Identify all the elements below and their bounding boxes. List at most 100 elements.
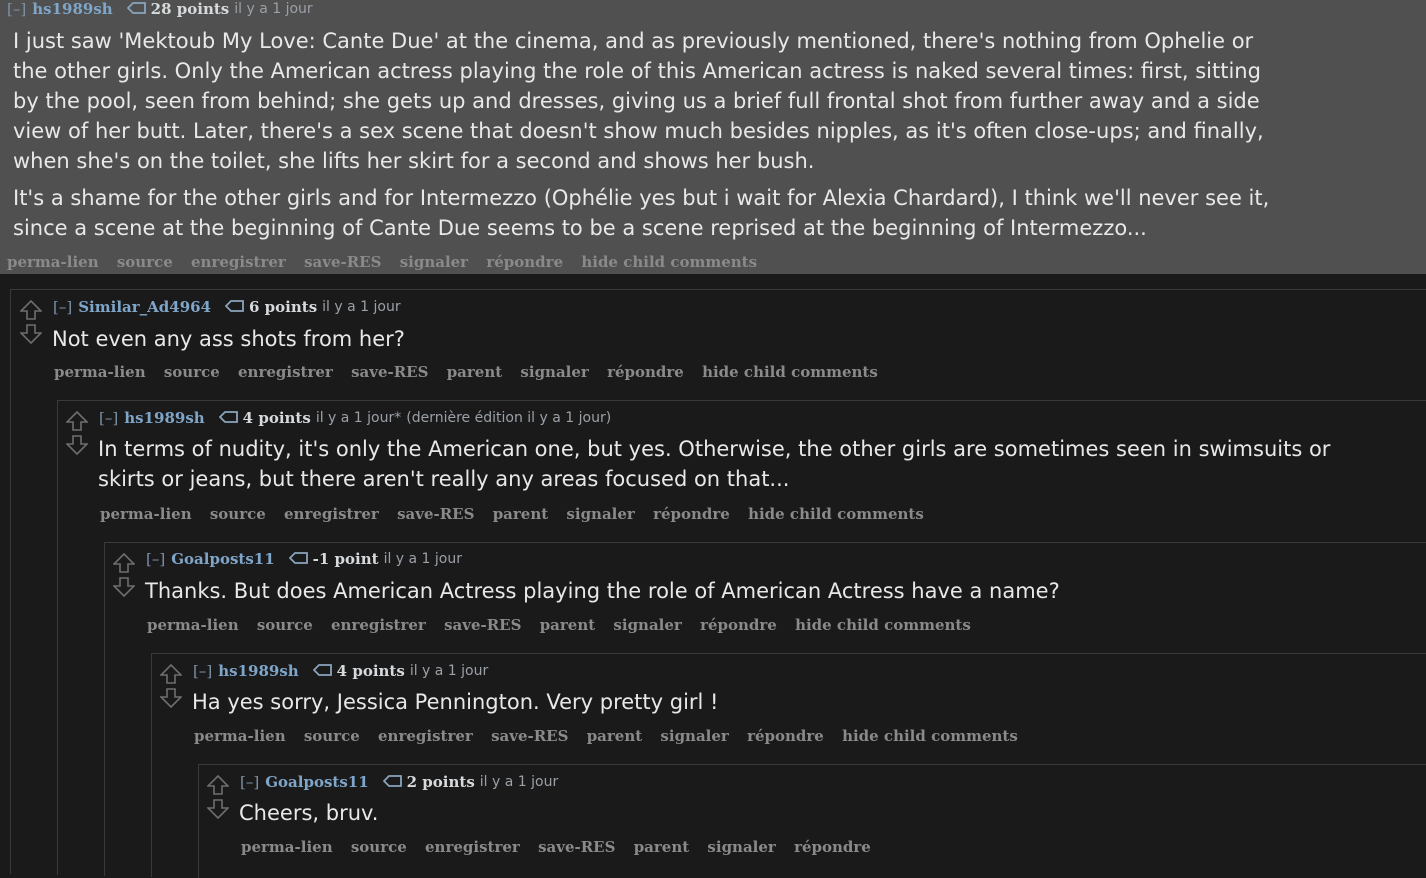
upvote-icon[interactable] <box>66 411 88 431</box>
collapse-toggle[interactable]: [–] <box>146 550 165 568</box>
comment-buttons: perma-lien source enregistrer save-RES p… <box>100 505 937 523</box>
parent-button[interactable]: parent <box>447 363 503 381</box>
author-link[interactable]: Goalposts11 <box>171 550 274 568</box>
comment-paragraph: Ha yes sorry, Jessica Pennington. Very p… <box>192 690 719 714</box>
collapse-toggle[interactable]: [–] <box>53 298 72 316</box>
hide-children-button[interactable]: hide child comments <box>748 505 924 523</box>
save-button[interactable]: enregistrer <box>378 727 473 745</box>
save-res-button[interactable]: save-RES <box>538 838 615 856</box>
save-res-button[interactable]: save-RES <box>351 363 428 381</box>
collapse-toggle[interactable]: [–] <box>193 662 212 680</box>
comment-tagline: [–] hs1989sh 28 points il y a 1 jour <box>7 0 313 18</box>
comment-buttons: perma-lien source enregistrer save-RES p… <box>147 616 984 634</box>
comment-body: Ha yes sorry, Jessica Pennington. Very p… <box>192 687 718 717</box>
collapse-toggle[interactable]: [–] <box>99 409 118 427</box>
report-button[interactable]: signaler <box>660 727 728 745</box>
timestamp: il y a 1 jour <box>322 299 401 315</box>
source-button[interactable]: source <box>210 505 266 523</box>
comment-child: [–] hs1989sh 4 points il y a 1 jour Ha y… <box>151 653 1426 878</box>
downvote-icon[interactable] <box>66 435 88 455</box>
parent-button[interactable]: parent <box>587 727 643 745</box>
comment-tagline: [–] Similar_Ad4964 6 points il y a 1 jou… <box>53 298 401 316</box>
save-res-button[interactable]: save-RES <box>491 727 568 745</box>
comment-buttons: perma-lien source enregistrer save-RES s… <box>7 253 770 271</box>
comment-paragraph: Not even any ass shots from her? <box>52 327 405 351</box>
tag-icon <box>382 773 403 791</box>
save-res-button[interactable]: save-RES <box>397 505 474 523</box>
comment-tagline: [–] hs1989sh 4 points il y a 1 jour* (de… <box>99 409 611 427</box>
vote-arrows <box>160 664 182 708</box>
author-link[interactable]: Goalposts11 <box>265 773 368 791</box>
parent-button[interactable]: parent <box>634 838 690 856</box>
comment-paragraph: Thanks. But does American Actress playin… <box>145 579 1060 603</box>
reply-button[interactable]: répondre <box>794 838 871 856</box>
comment-buttons: perma-lien source enregistrer save-RES p… <box>241 838 884 856</box>
save-button[interactable]: enregistrer <box>331 616 426 634</box>
save-button[interactable]: enregistrer <box>191 253 286 271</box>
report-button[interactable]: signaler <box>613 616 681 634</box>
collapse-toggle[interactable]: [–] <box>7 0 26 18</box>
author-link[interactable]: Similar_Ad4964 <box>78 298 211 316</box>
upvote-icon[interactable] <box>20 300 42 320</box>
hide-children-button[interactable]: hide child comments <box>795 616 971 634</box>
permalink-button[interactable]: perma-lien <box>7 253 99 271</box>
comment-body: I just saw 'Mektoub My Love: Cante Due' … <box>13 26 1288 243</box>
hide-children-button[interactable]: hide child comments <box>842 727 1018 745</box>
score: 4 points <box>242 409 311 427</box>
reply-button[interactable]: répondre <box>607 363 684 381</box>
comment-tagline: [–] Goalposts11 2 points il y a 1 jour <box>240 773 558 791</box>
permalink-button[interactable]: perma-lien <box>194 727 286 745</box>
source-button[interactable]: source <box>257 616 313 634</box>
reply-button[interactable]: répondre <box>653 505 730 523</box>
timestamp: il y a 1 jour <box>479 774 559 790</box>
source-button[interactable]: source <box>351 838 407 856</box>
comment-body: Not even any ass shots from her? <box>52 324 405 354</box>
report-button[interactable]: signaler <box>566 505 634 523</box>
downvote-icon[interactable] <box>207 799 229 819</box>
permalink-button[interactable]: perma-lien <box>241 838 333 856</box>
source-button[interactable]: source <box>304 727 360 745</box>
downvote-icon[interactable] <box>20 324 42 344</box>
source-button[interactable]: source <box>117 253 173 271</box>
hide-children-button[interactable]: hide child comments <box>702 363 878 381</box>
reply-button[interactable]: répondre <box>700 616 777 634</box>
save-button[interactable]: enregistrer <box>238 363 333 381</box>
report-button[interactable]: signaler <box>707 838 775 856</box>
score: 28 points <box>150 0 230 18</box>
parent-button[interactable]: parent <box>540 616 596 634</box>
save-res-button[interactable]: save-RES <box>444 616 521 634</box>
upvote-icon[interactable] <box>113 553 135 573</box>
report-button[interactable]: signaler <box>520 363 588 381</box>
reply-button[interactable]: répondre <box>486 253 563 271</box>
report-button[interactable]: signaler <box>400 253 468 271</box>
vote-arrows <box>207 775 229 819</box>
author-link[interactable]: hs1989sh <box>124 409 204 427</box>
permalink-button[interactable]: perma-lien <box>100 505 192 523</box>
permalink-button[interactable]: perma-lien <box>147 616 239 634</box>
score: 4 points <box>336 662 405 680</box>
author-link[interactable]: hs1989sh <box>218 662 298 680</box>
hide-children-button[interactable]: hide child comments <box>581 253 757 271</box>
downvote-icon[interactable] <box>113 577 135 597</box>
upvote-icon[interactable] <box>160 664 182 684</box>
comment-tagline: [–] Goalposts11 -1 point il y a 1 jour <box>146 550 462 568</box>
tag-icon <box>312 662 333 680</box>
tag-icon <box>288 550 309 568</box>
source-button[interactable]: source <box>164 363 220 381</box>
permalink-button[interactable]: perma-lien <box>54 363 146 381</box>
upvote-icon[interactable] <box>207 775 229 795</box>
comment-paragraph: Cheers, bruv. <box>239 801 379 825</box>
reply-button[interactable]: répondre <box>747 727 824 745</box>
save-res-button[interactable]: save-RES <box>304 253 381 271</box>
downvote-icon[interactable] <box>160 688 182 708</box>
author-link[interactable]: hs1989sh <box>32 0 112 18</box>
score: 6 points <box>249 298 318 316</box>
timestamp: il y a 1 jour* <box>315 410 402 426</box>
save-button[interactable]: enregistrer <box>425 838 520 856</box>
collapse-toggle[interactable]: [–] <box>240 773 259 791</box>
vote-arrows <box>113 553 135 597</box>
save-button[interactable]: enregistrer <box>284 505 379 523</box>
tag-icon <box>218 409 239 427</box>
parent-button[interactable]: parent <box>493 505 549 523</box>
comment-child: [–] Similar_Ad4964 6 points il y a 1 jou… <box>10 289 1426 878</box>
